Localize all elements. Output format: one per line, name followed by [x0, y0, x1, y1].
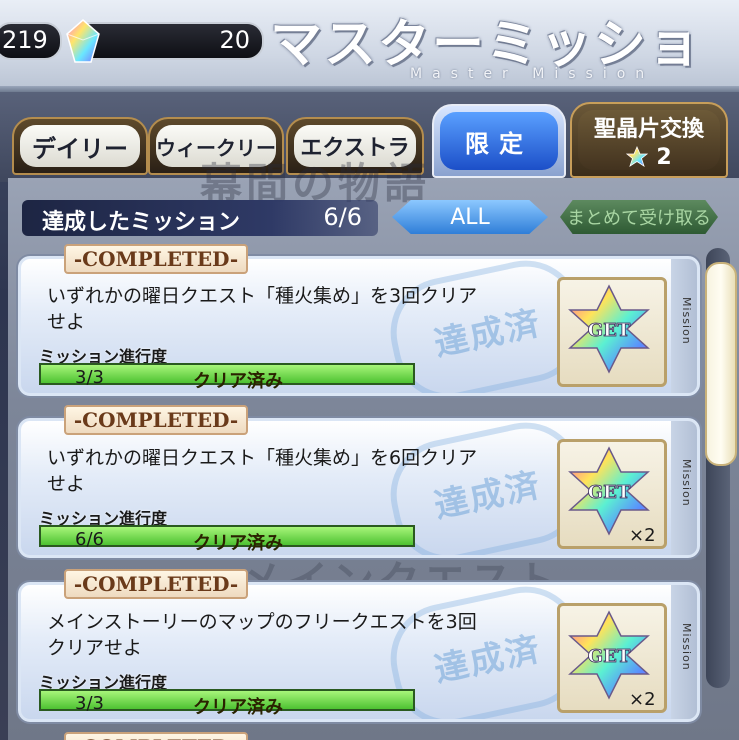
saint-quartz-value: 20	[219, 26, 250, 54]
tab-limited-label: 限定	[440, 112, 558, 170]
card-side-strip: Mission	[671, 421, 697, 555]
reward-get-label: GET	[588, 482, 631, 503]
summary-label: 達成したミッション	[42, 210, 241, 235]
card-side-label: Mission	[680, 459, 693, 507]
tab-daily-label: デイリー	[20, 125, 140, 167]
completed-tag-partial: -COMPLETED-	[64, 732, 248, 740]
reward-multiplier: ×2	[629, 525, 656, 546]
exchange-label: 聖晶片交換	[593, 116, 704, 142]
card-side-strip: Mission	[671, 259, 697, 393]
qp-value: 219	[2, 26, 48, 54]
tab-daily[interactable]: デイリー	[12, 117, 148, 175]
completed-tag: -COMPLETED-	[64, 405, 248, 435]
summary-count: 6/6	[323, 203, 362, 231]
card-side-strip: Mission	[671, 585, 697, 719]
page-subtitle: Master Mission	[410, 66, 655, 82]
reward-get-label: GET	[588, 646, 631, 667]
quartz-fragment-exchange-button[interactable]: 聖晶片交換 2	[570, 102, 728, 178]
filter-all-button[interactable]: ALL	[392, 200, 548, 234]
quartz-fragment-icon	[626, 146, 649, 167]
progress-count: 3/3	[75, 693, 104, 714]
progress-status: クリア済み	[193, 371, 283, 392]
tab-limited[interactable]: 限定	[432, 104, 566, 178]
exchange-count: 2	[656, 144, 672, 170]
mission-description: いずれかの曜日クエスト「種火集め」を3回クリアせよ	[47, 285, 478, 333]
mission-description: いずれかの曜日クエスト「種火集め」を6回クリアせよ	[47, 447, 478, 495]
progress-count: 6/6	[75, 529, 104, 550]
mission-card: 達成済 メインストーリーのマップのフリークエストを3回クリアせよ ミッション進行…	[18, 582, 700, 722]
reward-claim-button[interactable]: GET	[557, 277, 667, 387]
mission-card: 達成済 いずれかの曜日クエスト「種火集め」を3回クリアせよ ミッション進行度 3…	[18, 256, 700, 396]
completed-tag: -COMPLETED-	[64, 569, 248, 599]
reward-multiplier: ×2	[629, 689, 656, 710]
card-side-label: Mission	[680, 297, 693, 345]
collect-all-button[interactable]: まとめて受け取る	[560, 200, 718, 234]
mission-card: 達成済 いずれかの曜日クエスト「種火集め」を6回クリアせよ ミッション進行度 6…	[18, 418, 700, 558]
completed-tag: -COMPLETED-	[64, 244, 248, 274]
mission-summary: 達成したミッション 6/6	[22, 200, 378, 236]
progress-count: 3/3	[75, 367, 104, 388]
progress-status: クリア済み	[193, 697, 283, 718]
scrollbar-thumb[interactable]	[705, 262, 737, 466]
saint-quartz-reward-icon: GET	[568, 284, 650, 374]
exchange-inner: 聖晶片交換 2	[578, 110, 720, 170]
progress-status: クリア済み	[193, 533, 283, 554]
reward-get-label: GET	[588, 320, 631, 341]
saint-quartz-icon	[66, 19, 100, 63]
exchange-count-row: 2	[626, 144, 672, 170]
master-mission-screen: 219 20 マスターミッション Master Mission デイリー ウィー…	[0, 0, 739, 740]
mission-description: メインストーリーのマップのフリークエストを3回クリアせよ	[47, 611, 477, 659]
card-side-label: Mission	[680, 623, 693, 671]
